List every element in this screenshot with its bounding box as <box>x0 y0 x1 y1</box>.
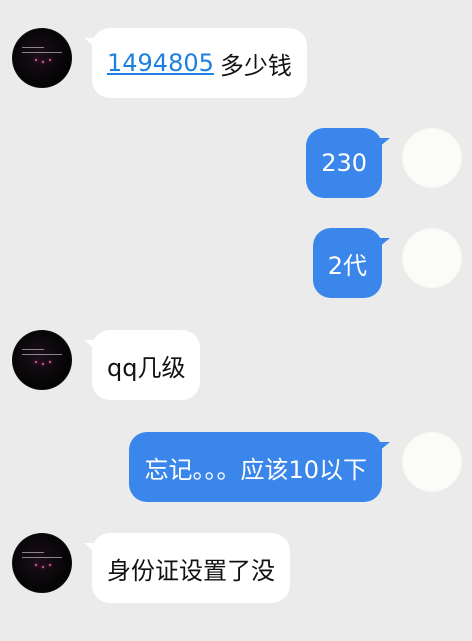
user-avatar[interactable] <box>402 228 462 288</box>
message-text: 多少钱 <box>219 51 292 80</box>
message-text: 身份证设置了没 <box>107 556 275 585</box>
message-bubble-outgoing[interactable]: 2代 <box>312 228 391 298</box>
user-avatar[interactable] <box>402 432 462 492</box>
message-row-incoming: 身份证设置了没 <box>0 533 472 605</box>
user-avatar[interactable] <box>402 128 462 188</box>
message-link[interactable]: 1494805 <box>107 49 214 77</box>
message-bubble-incoming[interactable]: 身份证设置了没 <box>84 533 290 603</box>
message-text: 2代 <box>327 251 367 280</box>
contact-avatar[interactable] <box>12 330 72 390</box>
message-row-outgoing: 2代 <box>0 228 472 300</box>
contact-avatar[interactable] <box>12 533 72 593</box>
message-text: 230 <box>321 149 367 177</box>
message-bubble-outgoing[interactable]: 230 <box>306 128 390 198</box>
message-bubble-outgoing[interactable]: 忘记。。。应该10以下 <box>129 432 390 502</box>
contact-avatar[interactable] <box>12 28 72 88</box>
message-row-incoming: qq几级 <box>0 330 472 402</box>
message-text: 忘记。。。应该10以下 <box>144 455 367 484</box>
message-row-outgoing: 230 <box>0 128 472 200</box>
message-row-outgoing: 忘记。。。应该10以下 <box>0 432 472 504</box>
chat-message-list[interactable]: 1494805 多少钱 230 2代 qq几级 忘记。。。应该10以下 身份证设… <box>0 0 472 641</box>
message-row-incoming: 1494805 多少钱 <box>0 28 472 100</box>
message-bubble-incoming[interactable]: 1494805 多少钱 <box>84 28 307 98</box>
message-bubble-incoming[interactable]: qq几级 <box>83 330 201 400</box>
message-text: qq几级 <box>107 353 186 382</box>
